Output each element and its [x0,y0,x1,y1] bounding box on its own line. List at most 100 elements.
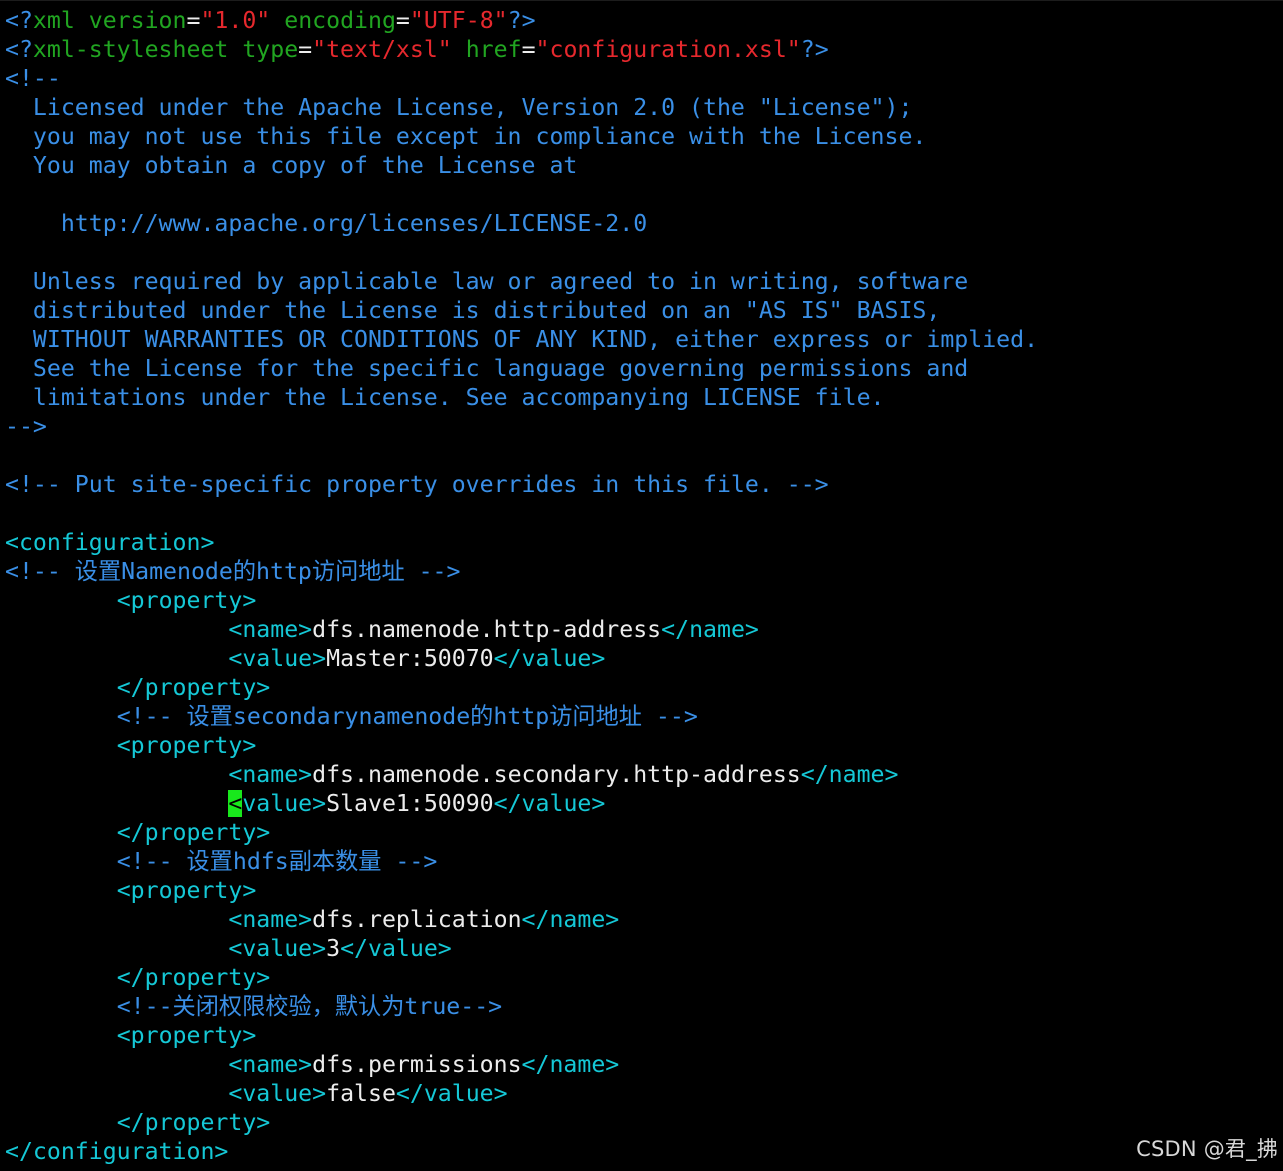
code-line[interactable]: <!--关闭权限校验，默认为true--> [5,992,1038,1021]
code-token-cyan: <value> [228,935,327,962]
code-token-white [5,790,228,817]
code-line[interactable]: Unless required by applicable law or agr… [5,267,1038,296]
code-token-white [5,906,228,933]
code-token-white [5,1022,117,1049]
code-token-blue: WITHOUT WARRANTIES OR CONDITIONS OF ANY … [5,326,1039,353]
code-token-cyan: value> [242,790,327,817]
code-token-cyan: </name> [521,1051,620,1078]
code-token-red: "text/xsl" [312,36,452,63]
code-line[interactable]: <name>dfs.namenode.http-address</name> [5,615,1038,644]
code-token-white: = [395,7,410,34]
code-line[interactable]: <value>3</value> [5,934,1038,963]
code-token-blue: <!-- [5,65,61,92]
code-token-white [5,964,117,991]
code-line[interactable]: <value>Master:50070</value> [5,644,1038,673]
code-line[interactable]: </property> [5,818,1038,847]
code-token-white: dfs.permissions [312,1051,522,1078]
code-token-white [5,1051,228,1078]
code-line[interactable] [5,180,1038,209]
code-token-cyan: <property> [116,877,257,904]
code-line[interactable]: <!-- 设置secondarynamenode的http访问地址 --> [5,702,1038,731]
code-token-cyan: <property> [116,732,257,759]
code-line[interactable]: WITHOUT WARRANTIES OR CONDITIONS OF ANY … [5,325,1038,354]
code-line[interactable]: <name>dfs.permissions</name> [5,1050,1038,1079]
code-line[interactable]: <!-- 设置Namenode的http访问地址 --> [5,557,1038,586]
code-line[interactable]: <name>dfs.namenode.secondary.http-addres… [5,760,1038,789]
code-line[interactable]: <!-- [5,64,1038,93]
code-token-white [5,761,228,788]
code-token-cyan: </value> [395,1080,508,1107]
code-token-white [270,7,284,34]
code-line[interactable]: <!-- Put site-specific property override… [5,470,1038,499]
code-token-blue: Unless required by applicable law or agr… [5,268,969,295]
code-line[interactable] [5,238,1038,267]
code-token-green: xml version [32,7,187,34]
code-line[interactable]: <name>dfs.replication</name> [5,905,1038,934]
code-line[interactable]: <?xml-stylesheet type="text/xsl" href="c… [5,35,1038,64]
code-token-white [5,587,117,614]
code-line[interactable]: <value>false</value> [5,1079,1038,1108]
code-token-white [5,616,228,643]
code-line[interactable]: <property> [5,1021,1038,1050]
code-line[interactable] [5,441,1038,470]
code-token-green: xml-stylesheet type [32,36,299,63]
code-line[interactable]: </configuration> [5,1137,1038,1166]
csdn-watermark: CSDN @君_拂 [1136,1137,1278,1161]
code-line[interactable]: <property> [5,586,1038,615]
code-token-white: Master:50070 [326,645,494,672]
code-line[interactable]: <property> [5,876,1038,905]
code-token-blue: <!-- 设置Namenode的http访问地址 --> [5,558,461,585]
code-token-red: "1.0" [200,7,271,34]
code-editor[interactable]: <?xml version="1.0" encoding="UTF-8"?> <?… [5,6,1038,1166]
code-line[interactable]: <?xml version="1.0" encoding="UTF-8"?> [5,6,1038,35]
code-line[interactable]: You may obtain a copy of the License at [5,151,1038,180]
code-token-cyan: <property> [116,1022,257,1049]
code-line[interactable]: limitations under the License. See accom… [5,383,1038,412]
code-token-cyan: </value> [493,790,606,817]
code-line[interactable]: <!-- 设置hdfs副本数量 --> [5,847,1038,876]
code-token-cyan: <property> [116,587,257,614]
code-line[interactable]: --> [5,412,1038,441]
code-line[interactable]: <property> [5,731,1038,760]
code-token-white [5,1109,117,1136]
code-token-white [5,674,117,701]
code-token-white: = [186,7,201,34]
code-line[interactable]: Licensed under the Apache License, Versi… [5,93,1038,122]
code-token-blue: You may obtain a copy of the License at [5,152,578,179]
code-token-cyan: </configuration> [5,1138,229,1165]
code-line[interactable]: <configuration> [5,528,1038,557]
code-token-blue: See the License for the specific languag… [5,355,969,382]
code-token-white: = [521,36,536,63]
code-token-red: "UTF-8" [409,7,508,34]
code-token-blue: you may not use this file except in comp… [5,123,927,150]
code-token-blue: ?> [507,7,536,34]
code-token-white [5,819,117,846]
code-token-white: dfs.namenode.secondary.http-address [312,761,801,788]
terminal-window[interactable]: <?xml version="1.0" encoding="UTF-8"?> <?… [0,0,1283,1171]
code-line[interactable]: distributed under the License is distrib… [5,296,1038,325]
code-line[interactable]: </property> [5,1108,1038,1137]
code-token-blue: distributed under the License is distrib… [5,297,941,324]
code-token-red: "configuration.xsl" [535,36,801,63]
code-token-blue: limitations under the License. See accom… [5,384,885,411]
code-token-white [5,732,117,759]
code-line[interactable]: </property> [5,673,1038,702]
code-token-white [5,1080,228,1107]
code-token-blue: --> [5,413,47,440]
code-token-white [5,993,117,1020]
code-token-white [5,645,228,672]
code-token-cyan: <value> [228,1080,327,1107]
code-line[interactable]: http://www.apache.org/licenses/LICENSE-2… [5,209,1038,238]
code-token-white [5,703,117,730]
code-token-blue: <? [5,36,33,63]
code-token-cyan: </value> [493,645,606,672]
code-token-blue: http://www.apache.org/licenses/LICENSE-2… [5,210,648,237]
code-line[interactable]: See the License for the specific languag… [5,354,1038,383]
code-line[interactable]: <value>Slave1:50090</value> [5,789,1038,818]
code-token-white [452,36,466,63]
code-line[interactable]: you may not use this file except in comp… [5,122,1038,151]
code-line[interactable]: </property> [5,963,1038,992]
code-token-blue: <!--关闭权限校验，默认为true--> [116,993,503,1020]
code-token-cyan: <value> [228,645,327,672]
code-line[interactable] [5,499,1038,528]
